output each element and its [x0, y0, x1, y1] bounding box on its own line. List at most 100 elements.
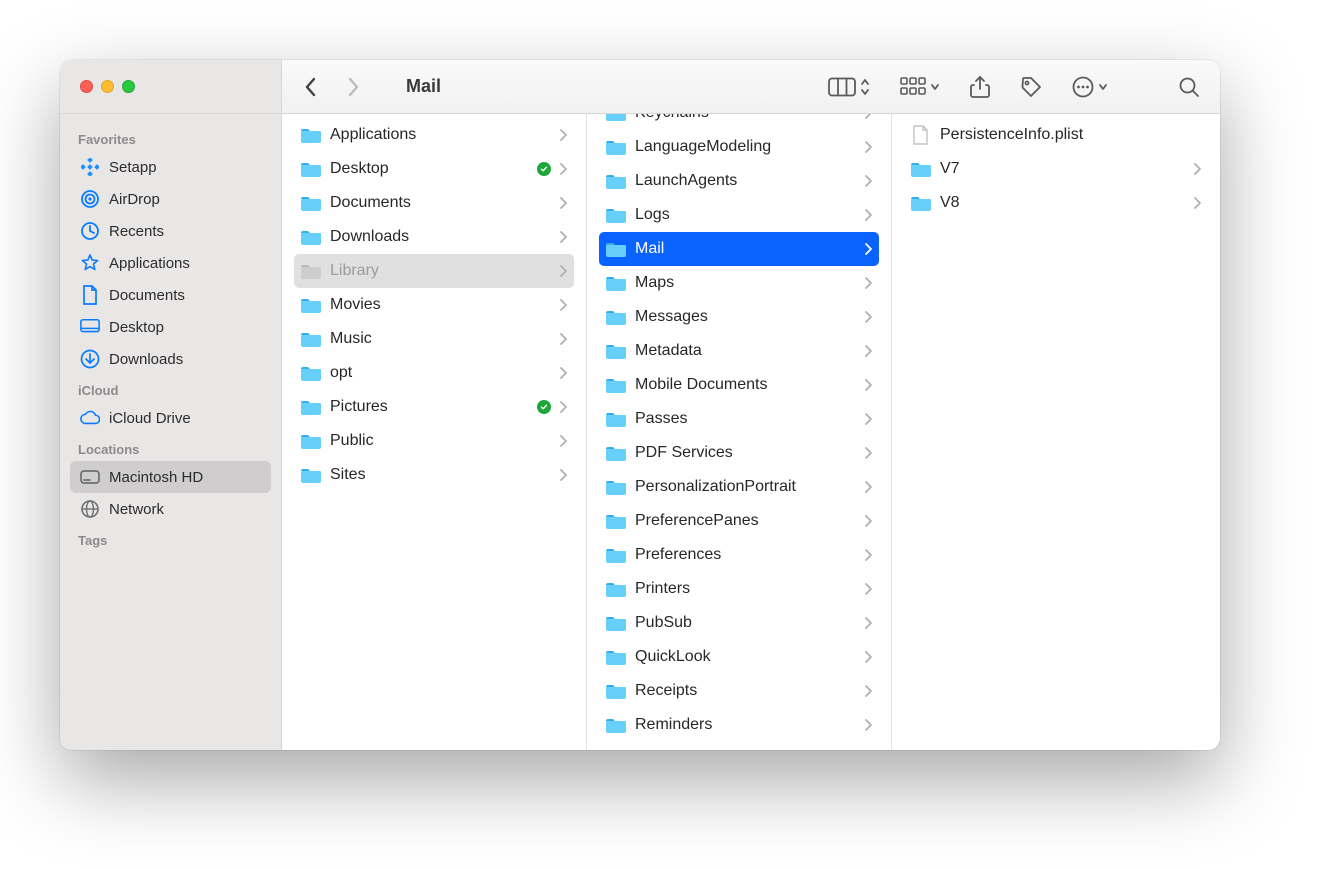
folder-row-quicklook[interactable]: QuickLook [599, 640, 879, 674]
fullscreen-button[interactable] [122, 80, 135, 93]
folder-row-reminders[interactable]: Reminders [599, 708, 879, 742]
row-label: Applications [330, 126, 551, 144]
downloads-icon [80, 349, 100, 369]
chevron-right-icon [559, 400, 568, 414]
sidebar-item-label: iCloud Drive [109, 410, 191, 427]
folder-row-desktop[interactable]: Desktop [294, 152, 574, 186]
tags-button[interactable] [1020, 76, 1042, 98]
sidebar-item-macintosh-hd[interactable]: Macintosh HD [70, 461, 271, 493]
chevron-right-icon [864, 344, 873, 358]
row-label: Reminders [635, 716, 856, 734]
folder-icon [605, 205, 627, 225]
row-label: Receipts [635, 682, 856, 700]
folder-row-pictures[interactable]: Pictures [294, 390, 574, 424]
folder-row-v8[interactable]: V8 [904, 186, 1208, 220]
sidebar-item-icloud-drive[interactable]: iCloud Drive [70, 402, 271, 434]
column-0[interactable]: Applications DesktopDocumentsDownloadsLib… [282, 114, 587, 750]
chevron-right-icon [864, 276, 873, 290]
sidebar-item-recents[interactable]: Recents [70, 215, 271, 247]
folder-icon [605, 545, 627, 565]
back-button[interactable] [300, 72, 322, 102]
row-label: Logs [635, 206, 856, 224]
folder-icon [605, 307, 627, 327]
close-button[interactable] [80, 80, 93, 93]
chevron-right-icon [864, 310, 873, 324]
row-label: Public [330, 432, 551, 450]
sidebar: FavoritesSetapp AirDrop RecentsApplication… [60, 114, 282, 750]
folder-row-printers[interactable]: Printers [599, 572, 879, 606]
folder-icon [300, 125, 322, 145]
folder-row-messages[interactable]: Messages [599, 300, 879, 334]
row-label: Sites [330, 466, 551, 484]
minimize-button[interactable] [101, 80, 114, 93]
folder-row-mail[interactable]: Mail [599, 232, 879, 266]
sidebar-item-documents[interactable]: Documents [70, 279, 271, 311]
folder-row-pdf-services[interactable]: PDF Services [599, 436, 879, 470]
folder-row-applications[interactable]: Applications [294, 118, 574, 152]
folder-icon [605, 137, 627, 157]
folder-icon [300, 465, 322, 485]
chevron-right-icon [864, 140, 873, 154]
folder-icon [300, 363, 322, 383]
folder-row-opt[interactable]: opt [294, 356, 574, 390]
file-row-persistenceinfo-plist[interactable]: PersistenceInfo.plist [904, 118, 1208, 152]
toolbar: Mail [60, 60, 1220, 114]
folder-icon [605, 409, 627, 429]
folder-row-mobile-documents[interactable]: Mobile Documents [599, 368, 879, 402]
row-label: Maps [635, 274, 856, 292]
sidebar-group-label: Favorites [70, 124, 271, 151]
folder-icon [605, 443, 627, 463]
chevron-right-icon [559, 128, 568, 142]
folder-row-languagemodeling[interactable]: LanguageModeling [599, 130, 879, 164]
folder-row-keychains[interactable]: Keychains [599, 114, 879, 130]
sidebar-item-airdrop[interactable]: AirDrop [70, 183, 271, 215]
folder-row-preferences[interactable]: Preferences [599, 538, 879, 572]
more-button[interactable] [1072, 76, 1108, 98]
sidebar-item-network[interactable]: Network [70, 493, 271, 525]
row-label: PreferencePanes [635, 512, 856, 530]
column-2[interactable]: PersistenceInfo.plistV7V8 [892, 114, 1220, 750]
column-view: Applications DesktopDocumentsDownloadsLib… [282, 114, 1220, 750]
view-columns-button[interactable] [828, 77, 870, 97]
folder-row-downloads[interactable]: Downloads [294, 220, 574, 254]
folder-row-music[interactable]: Music [294, 322, 574, 356]
search-button[interactable] [1178, 76, 1200, 98]
group-by-button[interactable] [900, 77, 940, 97]
folder-icon [605, 613, 627, 633]
folder-row-maps[interactable]: Maps [599, 266, 879, 300]
sidebar-item-setapp[interactable]: Setapp [70, 151, 271, 183]
row-label: Mobile Documents [635, 376, 856, 394]
sidebar-item-desktop[interactable]: Desktop [70, 311, 271, 343]
folder-row-passes[interactable]: Passes [599, 402, 879, 436]
chevron-right-icon [864, 582, 873, 596]
folder-row-pubsub[interactable]: PubSub [599, 606, 879, 640]
folder-row-metadata[interactable]: Metadata [599, 334, 879, 368]
folder-row-personalizationportrait[interactable]: PersonalizationPortrait [599, 470, 879, 504]
setapp-icon [80, 157, 100, 177]
folder-row-movies[interactable]: Movies [294, 288, 574, 322]
folder-row-library[interactable]: Library [294, 254, 574, 288]
cloud-icon [80, 408, 100, 428]
folder-row-sites[interactable]: Sites [294, 458, 574, 492]
folder-row-launchagents[interactable]: LaunchAgents [599, 164, 879, 198]
sidebar-item-label: AirDrop [109, 191, 160, 208]
sidebar-item-downloads[interactable]: Downloads [70, 343, 271, 375]
chevron-right-icon [559, 196, 568, 210]
folder-icon [300, 159, 322, 179]
doc-icon [80, 285, 100, 305]
folder-row-documents[interactable]: Documents [294, 186, 574, 220]
folder-row-public[interactable]: Public [294, 424, 574, 458]
chevron-right-icon [559, 468, 568, 482]
globe-icon [80, 499, 100, 519]
folder-row-logs[interactable]: Logs [599, 198, 879, 232]
column-1[interactable]: KeychainsLanguageModelingLaunchAgents Log… [587, 114, 892, 750]
desktop-icon [80, 317, 100, 337]
share-button[interactable] [970, 75, 990, 99]
folder-row-receipts[interactable]: Receipts [599, 674, 879, 708]
chevron-right-icon [864, 242, 873, 256]
folder-icon [910, 159, 932, 179]
folder-row-preferencepanes[interactable]: PreferencePanes [599, 504, 879, 538]
forward-button[interactable] [342, 72, 364, 102]
sidebar-item-applications[interactable]: Applications [70, 247, 271, 279]
folder-row-v7[interactable]: V7 [904, 152, 1208, 186]
